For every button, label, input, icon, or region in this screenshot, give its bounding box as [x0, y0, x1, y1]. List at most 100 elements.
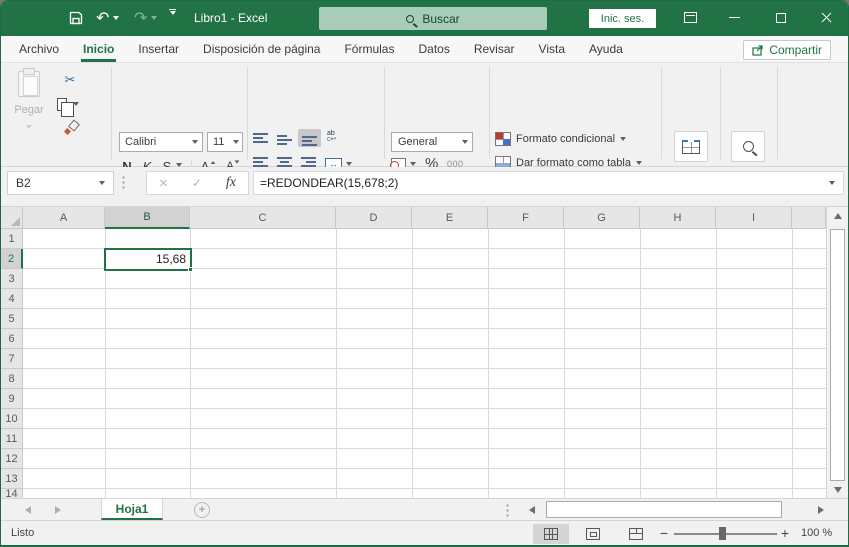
gridline	[640, 229, 641, 498]
row-header-14[interactable]: 14	[1, 489, 23, 498]
font-name-select[interactable]: Calibri	[119, 132, 203, 152]
column-header-c[interactable]: C	[190, 207, 336, 229]
row-header-4[interactable]: 4	[1, 289, 23, 309]
row-header-13[interactable]: 13	[1, 469, 23, 489]
name-box[interactable]: B2	[7, 171, 114, 195]
customize-qat-button[interactable]	[169, 9, 176, 27]
horizontal-scroll-thumb[interactable]	[546, 501, 782, 518]
column-header-d[interactable]: D	[336, 207, 412, 229]
scroll-left-button[interactable]	[522, 501, 542, 518]
column-header-e[interactable]: E	[412, 207, 488, 229]
formula-bar-grip[interactable]	[122, 175, 125, 191]
cut-button[interactable]: ✂	[59, 71, 81, 89]
row-header-9[interactable]: 9	[1, 389, 23, 409]
select-all-button[interactable]	[1, 207, 23, 229]
column-header-h[interactable]: H	[640, 207, 716, 229]
tab-label: Revisar	[474, 42, 515, 56]
triangle-right-icon	[818, 506, 824, 514]
align-top-button[interactable]	[253, 133, 268, 147]
align-middle-button[interactable]	[277, 133, 292, 147]
row-header-3[interactable]: 3	[1, 269, 23, 289]
tab-bar-grip[interactable]	[506, 503, 509, 519]
insert-function-icon[interactable]: fx	[226, 175, 236, 191]
chevron-down-icon	[233, 140, 239, 144]
formula-input[interactable]: =REDONDEAR(15,678;2)	[253, 171, 844, 195]
scroll-up-button[interactable]	[827, 207, 848, 225]
vertical-scroll-thumb[interactable]	[830, 229, 845, 481]
selected-cell-b2[interactable]: 15,68	[104, 248, 192, 271]
column-header-f[interactable]: F	[488, 207, 564, 229]
font-size-select[interactable]: 11	[207, 132, 243, 152]
vertical-scrollbar[interactable]	[826, 207, 848, 498]
worksheet-grid[interactable]: A B C D E F G H I 1 2 3 4 5 6 7 8 9 10 1…	[1, 207, 848, 498]
ribbon-display-options-button[interactable]	[673, 1, 707, 34]
tab-archivo[interactable]: Archivo	[7, 36, 71, 62]
row-header-8[interactable]: 8	[1, 369, 23, 389]
ribbon-display-icon	[684, 12, 697, 23]
enter-icon[interactable]: ✓	[192, 176, 202, 190]
sign-in-button[interactable]: Inic. ses.	[589, 9, 656, 28]
expand-formula-bar-icon[interactable]	[829, 181, 835, 185]
tab-insertar[interactable]: Insertar	[126, 36, 191, 62]
fill-handle[interactable]	[188, 267, 193, 272]
view-page-layout-button[interactable]	[575, 524, 611, 544]
tab-inicio[interactable]: Inicio	[71, 36, 126, 62]
horizontal-scrollbar[interactable]	[522, 501, 831, 518]
search-input[interactable]: Buscar	[319, 7, 547, 30]
column-header-g[interactable]: G	[564, 207, 640, 229]
close-button[interactable]	[809, 1, 843, 34]
tab-ayuda[interactable]: Ayuda	[577, 36, 635, 62]
tab-label: Datos	[418, 42, 449, 56]
find-select-icon	[743, 141, 754, 152]
column-header-b[interactable]: B	[105, 207, 190, 229]
align-bottom-button[interactable]	[298, 129, 321, 147]
ribbon-tab-row: Archivo Inicio Insertar Disposición de p…	[1, 36, 848, 63]
undo-button[interactable]: ↶	[96, 9, 119, 27]
zoom-level[interactable]: 100 %	[801, 527, 832, 539]
gridline	[336, 229, 337, 498]
copy-button[interactable]	[57, 95, 79, 113]
triangle-down-icon	[834, 487, 842, 493]
view-normal-button[interactable]	[533, 524, 569, 544]
row-header-5[interactable]: 5	[1, 309, 23, 329]
wrap-text-button[interactable]: abc↩	[327, 131, 336, 143]
scroll-down-button[interactable]	[827, 481, 848, 498]
row-header-1[interactable]: 1	[1, 229, 23, 249]
column-header-a[interactable]: A	[23, 207, 105, 229]
number-format-select[interactable]: General	[391, 132, 473, 152]
row-header-2[interactable]: 2	[1, 249, 23, 269]
conditional-formatting-button[interactable]: Formato condicional	[495, 132, 626, 146]
new-sheet-button[interactable]: +	[194, 502, 210, 518]
zoom-in-button[interactable]: +	[777, 524, 793, 542]
zoom-slider-thumb[interactable]	[719, 527, 726, 540]
redo-button[interactable]: ↷	[134, 9, 157, 27]
save-button[interactable]	[69, 9, 83, 27]
zoom-out-button[interactable]: −	[656, 524, 672, 542]
scissors-icon: ✂	[65, 72, 76, 88]
row-header-10[interactable]: 10	[1, 409, 23, 429]
formula-bar: B2 × ✓ fx =REDONDEAR(15,678;2)	[1, 167, 848, 207]
format-painter-button[interactable]	[59, 119, 81, 137]
row-header-6[interactable]: 6	[1, 329, 23, 349]
tab-disposicion[interactable]: Disposición de página	[191, 36, 332, 62]
scroll-right-button[interactable]	[811, 501, 831, 518]
tab-vista[interactable]: Vista	[527, 36, 577, 62]
tab-revisar[interactable]: Revisar	[462, 36, 527, 62]
column-header-i[interactable]: I	[716, 207, 792, 229]
gridline	[564, 229, 565, 498]
share-button[interactable]: Compartir	[743, 40, 831, 60]
paste-button[interactable]: Pegar	[9, 71, 49, 134]
tab-formulas[interactable]: Fórmulas	[332, 36, 406, 62]
minimize-button[interactable]	[717, 1, 751, 34]
view-page-break-button[interactable]	[618, 524, 654, 544]
row-header-11[interactable]: 11	[1, 429, 23, 449]
next-sheet-button[interactable]	[51, 503, 65, 517]
maximize-button[interactable]	[764, 1, 798, 34]
align-bottom-icon	[302, 132, 317, 146]
tab-datos[interactable]: Datos	[406, 36, 461, 62]
row-header-7[interactable]: 7	[1, 349, 23, 369]
cancel-icon[interactable]: ×	[159, 175, 168, 192]
sheet-tab-hoja1[interactable]: Hoja1	[101, 499, 163, 520]
previous-sheet-button[interactable]	[21, 503, 35, 517]
row-header-12[interactable]: 12	[1, 449, 23, 469]
